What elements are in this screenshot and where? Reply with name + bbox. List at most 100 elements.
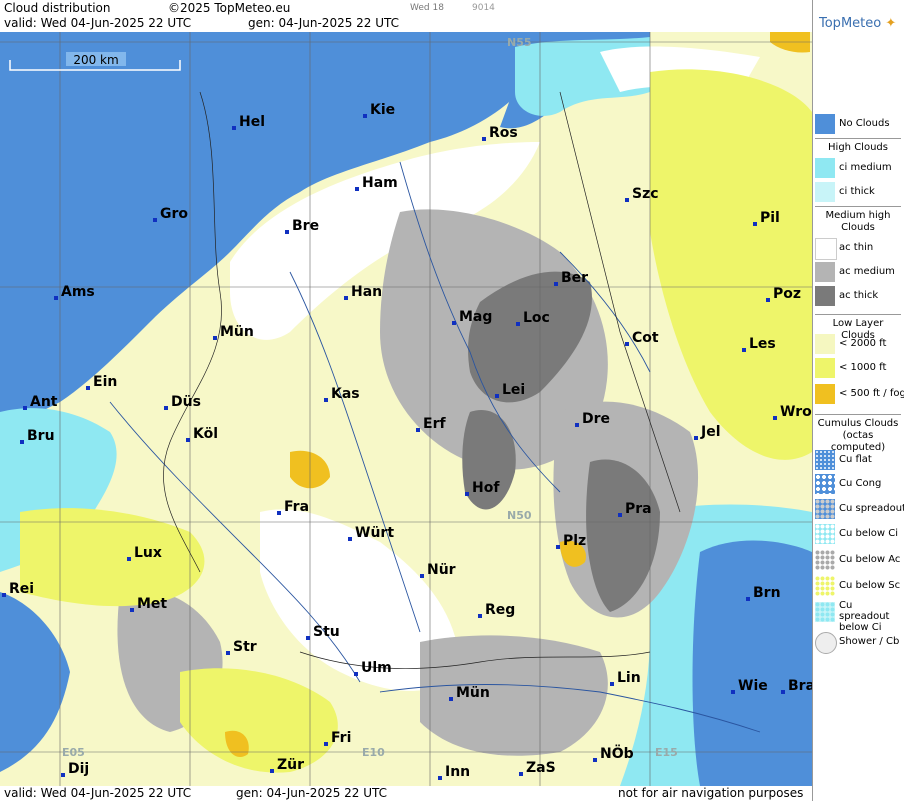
valid-time: valid: Wed 04-Jun-2025 22 UTC — [4, 16, 192, 30]
legend-low-500: < 500 ft / fog — [815, 382, 904, 404]
legend-medium-heading: Medium high Clouds — [815, 206, 901, 234]
city-marker — [130, 608, 134, 612]
city-marker — [306, 636, 310, 640]
swatch-shower-cb — [815, 632, 837, 654]
legend-low-2000: < 2000 ft — [815, 332, 903, 354]
label-ci-thick: ci thick — [839, 186, 875, 197]
city-marker — [420, 574, 424, 578]
swatch-cu-flat — [815, 450, 835, 470]
swatch-cu-below-sc — [815, 576, 835, 596]
city-label: Köl — [193, 426, 218, 442]
city-marker — [54, 296, 58, 300]
label-no-clouds: No Clouds — [839, 118, 890, 129]
cloud-map[interactable]: 200 km N55 N50 E05 E10 E15 Hel Kie Ros Ham G… — [0, 32, 812, 786]
grid-label-e05: E05 — [62, 746, 85, 759]
city-marker — [153, 218, 157, 222]
city-marker — [781, 690, 785, 694]
city-marker — [731, 690, 735, 694]
legend-cu-cong: Cu Cong — [815, 472, 903, 494]
swatch-cu-below-ci — [815, 524, 835, 544]
city-marker — [226, 651, 230, 655]
label-ac-thick: ac thick — [839, 290, 879, 301]
city-marker — [618, 513, 622, 517]
city-marker — [516, 322, 520, 326]
city-label: Les — [749, 336, 776, 352]
city-marker — [86, 386, 90, 390]
city-marker — [593, 758, 597, 762]
city-marker — [610, 682, 614, 686]
city-label: Mün — [220, 324, 254, 340]
city-label: Fri — [331, 730, 351, 746]
swatch-ac-thick — [815, 286, 835, 306]
city-marker — [625, 342, 629, 346]
city-marker — [519, 772, 523, 776]
footer-gen: gen: 04-Jun-2025 22 UTC — [236, 786, 388, 800]
label-ci-medium: ci medium — [839, 162, 892, 173]
city-label: Plz — [563, 533, 586, 549]
brand-logo: TopMeteo ✦ — [819, 16, 896, 31]
grid-label-n55: N55 — [507, 36, 532, 49]
swatch-ci-medium — [815, 158, 835, 178]
city-label: Ein — [93, 374, 117, 390]
city-label: Gro — [160, 206, 188, 222]
gen-time: gen: 04-Jun-2025 22 UTC — [248, 16, 400, 30]
swatch-ci-thick — [815, 182, 835, 202]
code-small: 9014 — [472, 3, 495, 13]
city-marker — [452, 321, 456, 325]
label-cu-spreadout-below-ci: Cu spreadout below Ci — [839, 600, 890, 633]
swatch-cu-below-ac — [815, 550, 835, 570]
grid-label-e15: E15 — [655, 746, 678, 759]
city-marker — [277, 511, 281, 515]
city-label: Str — [233, 639, 257, 655]
header: Cloud distribution ©2025 TopMeteo.eu Wed… — [0, 0, 812, 33]
city-label: Poz — [773, 286, 801, 302]
city-marker — [354, 672, 358, 676]
city-label: Zür — [277, 757, 304, 773]
legend-cu-spreadout: Cu spreadout — [815, 497, 904, 519]
copyright: ©2025 TopMeteo.eu — [168, 1, 291, 15]
city-marker — [355, 187, 359, 191]
city-label: Wro — [780, 404, 812, 420]
city-marker — [449, 697, 453, 701]
city-label: Lei — [502, 382, 525, 398]
map-title: Cloud distribution — [4, 1, 111, 15]
label-cu-flat: Cu flat — [839, 454, 872, 465]
city-marker — [495, 394, 499, 398]
label-low-2000: < 2000 ft — [839, 338, 887, 349]
brand-name: TopMeteo — [819, 16, 882, 31]
label-shower-cb: Shower / Cb — [839, 636, 900, 647]
city-marker — [575, 423, 579, 427]
city-marker — [478, 614, 482, 618]
city-label: Dre — [582, 411, 610, 427]
swatch-low-500 — [815, 384, 835, 404]
city-marker — [324, 742, 328, 746]
grid-label-e10: E10 — [362, 746, 385, 759]
legend-cu-below-ci: Cu below Ci — [815, 522, 903, 544]
city-marker — [753, 222, 757, 226]
city-label: Stu — [313, 624, 340, 640]
city-marker — [186, 438, 190, 442]
city-label: Bre — [292, 218, 319, 234]
compass-icon: ✦ — [885, 16, 897, 31]
legend-shower-cb: Shower / Cb — [815, 630, 903, 654]
time-small: Wed 18 — [410, 3, 444, 13]
legend-cu-flat: Cu flat — [815, 448, 903, 470]
label-low-500: < 500 ft / fog — [839, 388, 904, 399]
legend-ac-thick: ac thick — [815, 284, 903, 306]
city-marker — [232, 126, 236, 130]
city-marker — [324, 398, 328, 402]
grid-label-n50: N50 — [507, 509, 532, 522]
city-marker — [164, 406, 168, 410]
label-cu-cong: Cu Cong — [839, 478, 882, 489]
city-marker — [766, 298, 770, 302]
ac-medium-south — [420, 635, 608, 756]
city-label: Erf — [423, 416, 446, 432]
city-label: Loc — [523, 310, 550, 326]
city-label: Mag — [459, 309, 492, 325]
city-label: NÖb — [600, 744, 634, 762]
city-label: Rei — [9, 581, 34, 597]
footer: valid: Wed 04-Jun-2025 22 UTC gen: 04-Ju… — [0, 786, 812, 801]
label-cu-below-sc: Cu below Sc — [839, 580, 901, 591]
city-label: Bra — [788, 678, 812, 694]
city-label: Dij — [68, 761, 89, 777]
